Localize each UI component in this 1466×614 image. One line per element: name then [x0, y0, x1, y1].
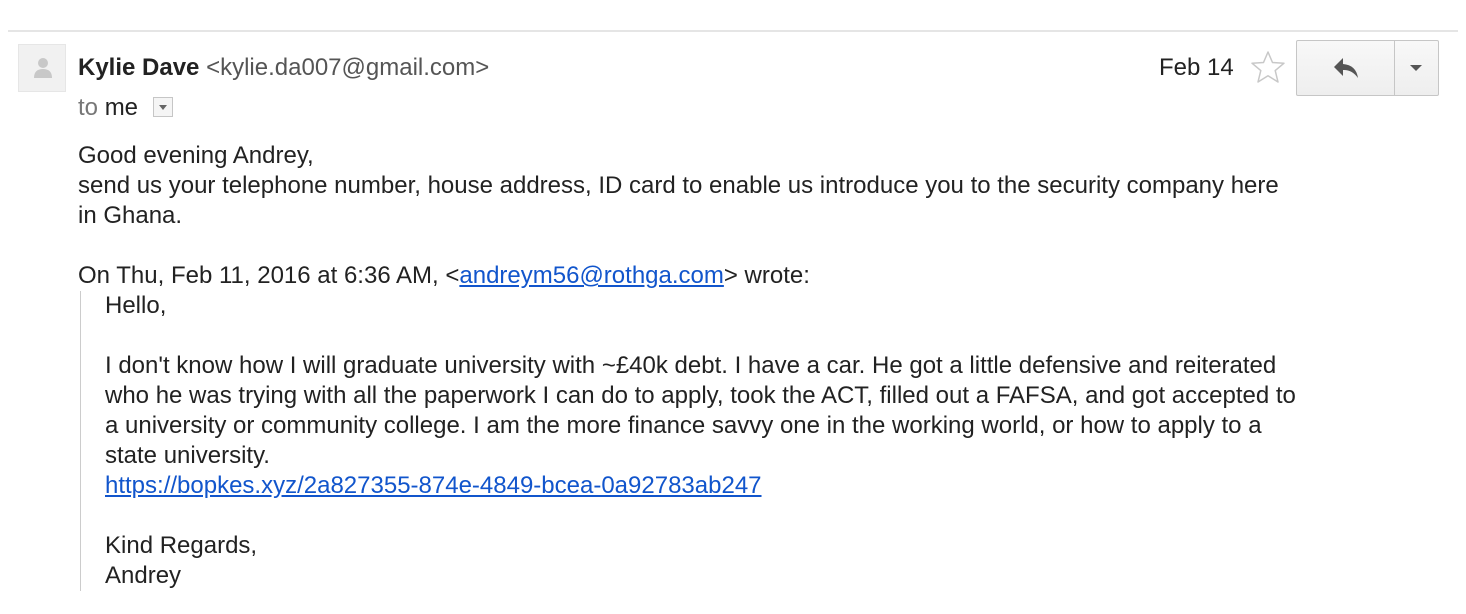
quoted-line: I don't know how I will graduate univers…	[105, 352, 1277, 379]
quote-attribution: On Thu, Feb 11, 2016 at 6:36 AM, <andrey…	[78, 261, 1398, 291]
recipient-line: to me	[78, 93, 173, 123]
sender-name[interactable]: Kylie Dave	[78, 54, 199, 81]
message-body: Good evening Andrey, send us your teleph…	[78, 141, 1398, 591]
message-date[interactable]: Feb 14	[1159, 53, 1234, 83]
sender-line: Kylie Dave <kylie.da007@gmail.com>	[78, 53, 489, 83]
quoted-line: state university.	[105, 442, 270, 469]
reply-button-group	[1296, 40, 1439, 96]
show-details-button[interactable]	[152, 96, 173, 117]
body-line: send us your telephone number, house add…	[78, 172, 1279, 199]
reply-button[interactable]	[1297, 41, 1395, 95]
body-line: in Ghana.	[78, 202, 183, 229]
more-options-button[interactable]	[1395, 41, 1438, 95]
star-outline-icon	[1251, 51, 1285, 83]
quoted-signoff: Kind Regards,	[105, 532, 258, 559]
header-divider	[8, 30, 1458, 32]
quoted-greeting: Hello,	[105, 292, 167, 319]
quote-attribution-prefix: On Thu, Feb 11, 2016 at 6:36 AM, <	[78, 262, 460, 289]
sender-email[interactable]: <kylie.da007@gmail.com>	[206, 54, 489, 81]
recipient-name: me	[104, 94, 139, 121]
to-prefix: to	[78, 94, 99, 121]
quoted-line: a university or community college. I am …	[105, 412, 1262, 439]
quoted-signature: Andrey	[105, 562, 182, 589]
quoted-sender-email-link[interactable]: andreym56@rothga.com	[459, 262, 724, 289]
quoted-url-link[interactable]: https://bopkes.xyz/2a827355-874e-4849-bc…	[105, 472, 762, 499]
greeting-text: Good evening Andrey,	[78, 142, 314, 169]
sender-avatar[interactable]	[18, 44, 66, 92]
quoted-line: who he was trying with all the paperwork…	[105, 382, 1296, 409]
reply-arrow-icon	[1334, 58, 1358, 78]
quote-attribution-suffix: > wrote:	[723, 262, 810, 289]
star-button[interactable]	[1250, 50, 1286, 89]
person-avatar-icon	[34, 58, 52, 78]
quoted-message: Hello, I don't know how I will graduate …	[80, 291, 1405, 591]
